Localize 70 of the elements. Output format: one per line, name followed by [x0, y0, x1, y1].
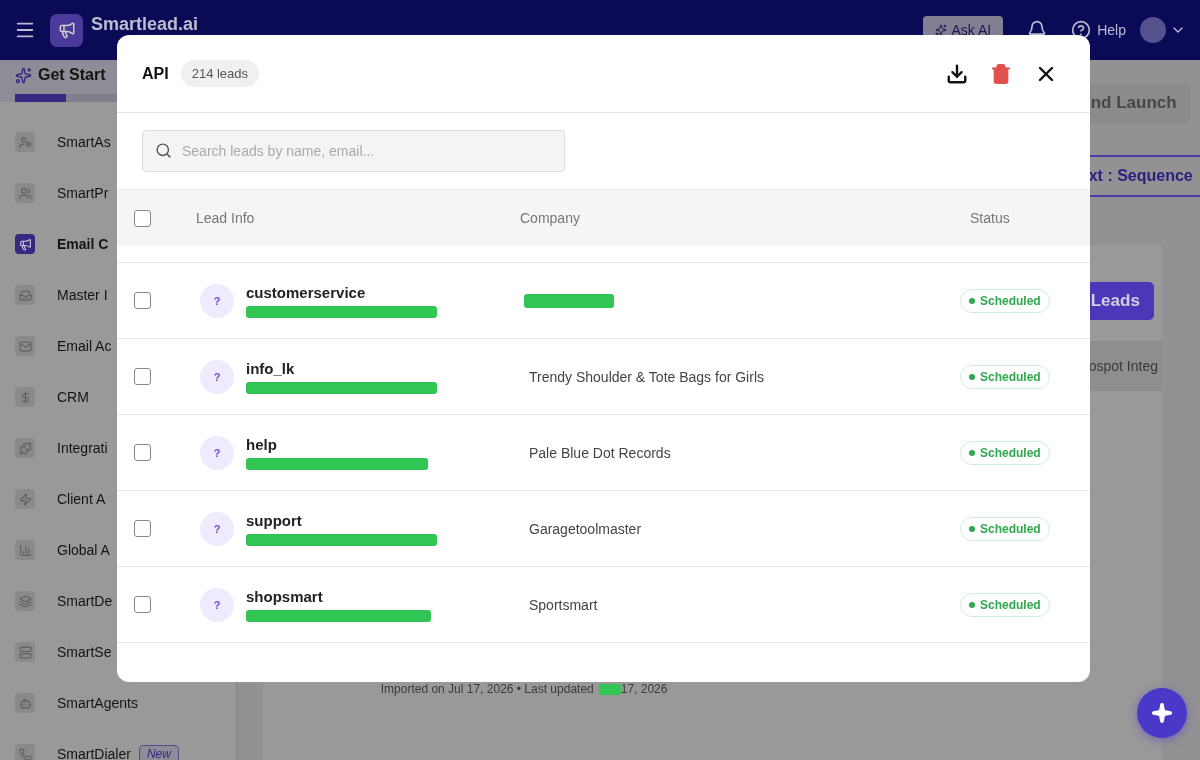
- puzzle-icon[interactable]: [15, 438, 35, 458]
- help-icon[interactable]: [1071, 20, 1092, 40]
- lead-name[interactable]: support: [246, 511, 524, 529]
- sidebar-item[interactable]: Global A: [57, 542, 110, 558]
- trash-icon[interactable]: [990, 62, 1012, 85]
- help-link[interactable]: Help: [1097, 22, 1126, 38]
- column-header: Status: [970, 210, 1011, 226]
- search-icon: [155, 142, 172, 159]
- megaphone-icon[interactable]: [15, 234, 35, 254]
- company-name: Sportsmart: [528, 596, 599, 613]
- sidebar-item[interactable]: SmartSe: [57, 644, 112, 660]
- lead-name[interactable]: shopsmart: [246, 587, 524, 605]
- robot-icon[interactable]: [15, 693, 35, 713]
- dialog-title: API: [142, 64, 169, 83]
- sparkle-icon: [934, 24, 947, 36]
- sidebar-item[interactable]: SmartAgents: [57, 695, 138, 711]
- get-started-label[interactable]: Get Start: [38, 66, 106, 84]
- sidebar-item[interactable]: SmartPr: [57, 185, 109, 201]
- company-name: Pale Blue Dot Records: [528, 444, 672, 461]
- lead-avatar: ?: [200, 587, 234, 622]
- row-checkbox[interactable]: [134, 520, 151, 537]
- lead-count-badge: 214 leads: [180, 60, 260, 87]
- integration-cell: ospot Integ: [1088, 341, 1162, 391]
- redaction-bar: [598, 683, 621, 695]
- new-badge: New: [138, 745, 179, 760]
- user-gear-icon[interactable]: [15, 132, 35, 152]
- column-header: Lead Info: [196, 210, 256, 226]
- row-checkbox[interactable]: [134, 444, 151, 461]
- brand-name: Smartlead.ai: [91, 16, 199, 33]
- sequence-tab[interactable]: xt : Sequence: [1088, 167, 1193, 185]
- sidebar-item[interactable]: SmartDe: [57, 593, 113, 609]
- bar-chart-icon[interactable]: [15, 540, 35, 560]
- sidebar-item[interactable]: SmartDialer: [57, 746, 131, 760]
- logo-icon: [50, 13, 83, 47]
- inbox-icon[interactable]: [15, 285, 35, 305]
- company-name: Trendy Shoulder & Tote Bags for Girls: [528, 368, 765, 385]
- lead-name[interactable]: info_lk: [246, 359, 524, 377]
- column-header: Company: [520, 210, 581, 226]
- lead-avatar: ?: [200, 283, 234, 318]
- row-checkbox[interactable]: [134, 292, 151, 309]
- row-checkbox[interactable]: [134, 596, 151, 613]
- dollar-icon[interactable]: [15, 387, 35, 407]
- sidebar-item[interactable]: Integrati: [57, 440, 108, 456]
- people-icon[interactable]: [15, 183, 35, 203]
- search-field[interactable]: Search leads by name, email...: [142, 130, 565, 172]
- sparkle-icon: [1151, 702, 1173, 724]
- server-icon[interactable]: [15, 642, 35, 662]
- lead-avatar: ?: [200, 435, 234, 470]
- lead-avatar: ?: [200, 511, 234, 546]
- sidebar-item[interactable]: Email Ac: [57, 338, 112, 354]
- sparkle-icon: [15, 66, 32, 84]
- sidebar-item[interactable]: CRM: [57, 389, 89, 405]
- sidebar-item[interactable]: SmartAs: [57, 134, 111, 150]
- import-date: 17, 2026: [620, 682, 668, 696]
- lead-name[interactable]: customerservice: [246, 283, 524, 301]
- sidebar-item[interactable]: Client A: [57, 491, 106, 507]
- lead-avatar: ?: [200, 359, 234, 394]
- layers-icon[interactable]: [15, 591, 35, 611]
- sidebar-item[interactable]: Email C: [57, 236, 109, 252]
- phone-icon[interactable]: [15, 744, 35, 760]
- leads-button[interactable]: Leads: [1088, 282, 1154, 320]
- download-icon[interactable]: [946, 62, 968, 85]
- sidebar-item[interactable]: Master I: [57, 287, 108, 303]
- bolt-icon[interactable]: [15, 489, 35, 509]
- select-all-checkbox[interactable]: [134, 209, 151, 227]
- import-info: Imported on Jul 17, 2026 • Last updated: [380, 682, 594, 696]
- lead-name[interactable]: help: [246, 435, 524, 453]
- row-checkbox[interactable]: [134, 368, 151, 385]
- company-name: Garagetoolmaster: [528, 520, 643, 537]
- mail-icon[interactable]: [15, 336, 35, 356]
